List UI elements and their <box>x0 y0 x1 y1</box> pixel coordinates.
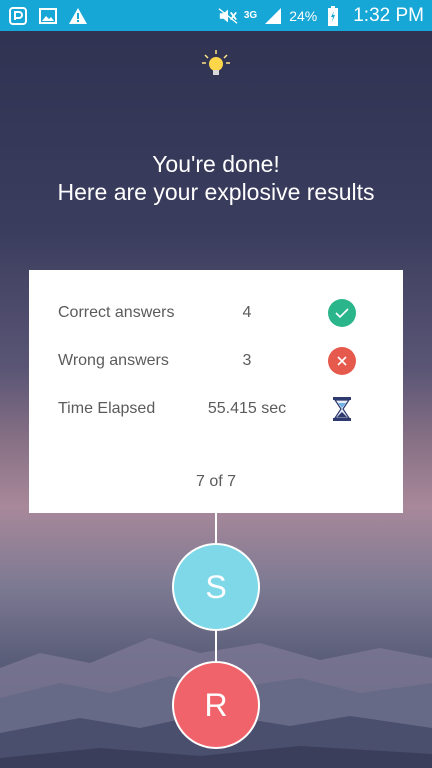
row-value: 55.415 sec <box>207 400 287 417</box>
row-label: Correct answers <box>58 304 175 321</box>
battery-charging-icon <box>323 5 343 26</box>
battery-percent: 24% <box>289 7 318 24</box>
connector-line <box>215 631 217 663</box>
hourglass-icon <box>328 395 356 423</box>
warning-icon <box>68 6 88 26</box>
check-circle-icon <box>328 299 356 327</box>
row-value: 4 <box>242 304 252 321</box>
network-type: 3G <box>243 10 258 21</box>
image-icon <box>38 6 58 26</box>
result-row-correct: Correct answers 4 <box>29 298 403 328</box>
connector-line <box>215 513 217 545</box>
headline-title: You're done! <box>152 151 280 177</box>
row-value: 3 <box>242 352 252 369</box>
results-headline: You're done! Here are your explosive res… <box>0 150 432 206</box>
results-card: Correct answers 4 Wrong answers 3 Time E… <box>29 270 403 513</box>
restart-button[interactable]: R <box>172 661 260 749</box>
result-row-time: Time Elapsed 55.415 sec <box>29 394 403 424</box>
share-button[interactable]: S <box>172 543 260 631</box>
close-circle-icon <box>328 347 356 375</box>
clock: 1:32 PM <box>353 4 424 26</box>
question-pager: 7 of 7 <box>195 473 237 490</box>
lightbulb-icon <box>201 49 231 79</box>
signal-icon <box>263 6 283 26</box>
status-bar: 3G 24% 1:32 PM <box>0 0 432 31</box>
result-row-wrong: Wrong answers 3 <box>29 346 403 376</box>
headline-subtitle: Here are your explosive results <box>57 179 375 205</box>
row-label: Time Elapsed <box>58 400 156 417</box>
notification-p-icon <box>8 6 28 26</box>
mute-icon <box>218 6 238 26</box>
row-label: Wrong answers <box>58 352 169 369</box>
